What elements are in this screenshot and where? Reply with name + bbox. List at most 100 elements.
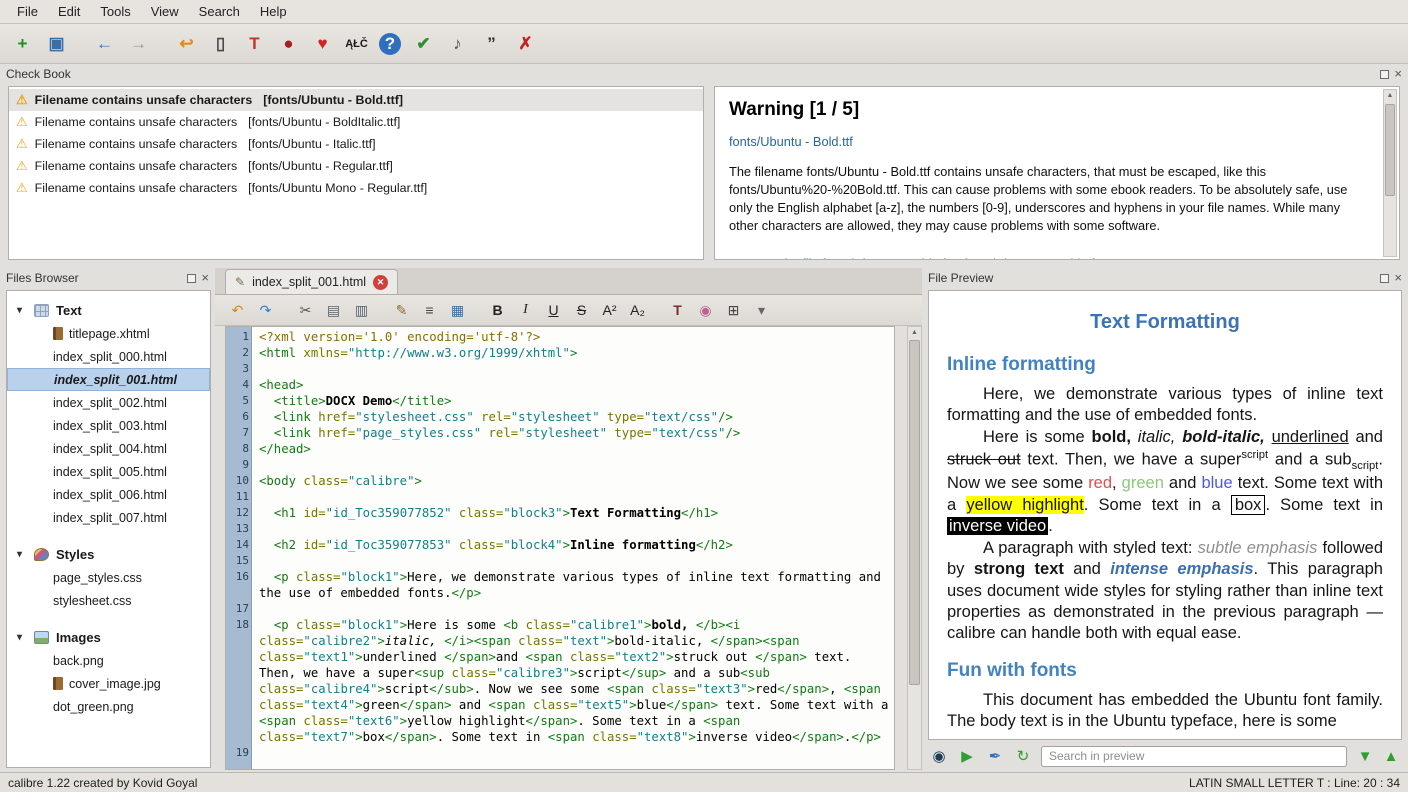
check-result-row[interactable]: ⚠Filename contains unsafe characters[fon… — [9, 133, 703, 155]
check-file-link[interactable]: fonts/Ubuntu - Bold.ttf — [729, 134, 853, 149]
tree-item-file[interactable]: index_split_006.html — [7, 483, 210, 506]
code-line[interactable]: 5 <title>DOCX Demo</title> — [226, 393, 894, 409]
tree-item-file[interactable]: index_split_005.html — [7, 460, 210, 483]
paste-icon[interactable]: ▥ — [349, 298, 374, 323]
spellcheck-icon[interactable]: ĄŁČ — [342, 29, 371, 58]
code-line[interactable]: 12 <h1 id="id_Toc359077852" class="block… — [226, 505, 894, 521]
refresh-preview-icon[interactable]: ↻ — [1012, 745, 1034, 767]
italic-icon[interactable]: I — [513, 298, 538, 323]
code-line[interactable]: 3 — [226, 361, 894, 377]
code-line[interactable]: 2<html xmlns="http://www.w3.org/1999/xht… — [226, 345, 894, 361]
tree-item-file[interactable]: index_split_001.html — [7, 368, 210, 391]
collapse-icon[interactable]: ▾ — [17, 632, 27, 643]
device-preview-icon[interactable]: ▯ — [206, 29, 235, 58]
menu-item-tools[interactable]: Tools — [91, 1, 139, 22]
float-dock-icon[interactable] — [187, 274, 196, 283]
close-dock-icon[interactable]: × — [1394, 273, 1402, 283]
code-line[interactable]: 19 — [226, 745, 894, 761]
tree-item-file[interactable]: stylesheet.css — [7, 589, 210, 612]
underline-icon[interactable]: U — [541, 298, 566, 323]
tab-close-icon[interactable]: ✕ — [373, 275, 388, 290]
code-line[interactable]: 8</head> — [226, 441, 894, 457]
tree-category-images[interactable]: ▾Images — [7, 626, 210, 649]
superscript-icon[interactable]: A² — [597, 298, 622, 323]
code-line[interactable]: 1<?xml version='1.0' encoding='utf-8'?> — [226, 329, 894, 345]
code-line[interactable]: 10<body class="calibre"> — [226, 473, 894, 489]
find-prev-icon[interactable]: ▲ — [1380, 745, 1402, 767]
check-book-icon[interactable]: ✔ — [409, 29, 438, 58]
find-next-icon[interactable]: ▼ — [1354, 745, 1376, 767]
back-icon[interactable]: ← — [90, 29, 119, 58]
run-preview-icon[interactable]: ▶ — [956, 745, 978, 767]
edit-toc-icon[interactable]: T — [240, 29, 269, 58]
code-line[interactable]: 14 <h2 id="id_Toc359077853" class="block… — [226, 537, 894, 553]
new-file-icon[interactable]: + — [8, 29, 37, 58]
tree-item-file[interactable]: index_split_000.html — [7, 345, 210, 368]
revert-icon[interactable]: ↩ — [172, 29, 201, 58]
check-result-row[interactable]: ⚠Filename contains unsafe characters[fon… — [9, 155, 703, 177]
code-line[interactable]: 9 — [226, 457, 894, 473]
close-dock-icon[interactable]: × — [201, 273, 209, 283]
code-line[interactable]: 16 <p class="block1">Here, we demonstrat… — [226, 569, 894, 601]
cut-icon[interactable]: ✂ — [293, 298, 318, 323]
code-line[interactable]: 15 — [226, 553, 894, 569]
menu-item-file[interactable]: File — [8, 1, 47, 22]
help-icon[interactable]: ? — [379, 33, 401, 55]
smarten-quotes-icon[interactable]: ✎ — [389, 298, 414, 323]
tree-item-file[interactable]: index_split_002.html — [7, 391, 210, 414]
more-icon[interactable]: ▾ — [749, 298, 774, 323]
smarten-punctuation-icon[interactable]: ” — [477, 29, 506, 58]
close-dock-icon[interactable]: × — [1394, 69, 1402, 79]
code-line[interactable]: 13 — [226, 521, 894, 537]
subscript-icon[interactable]: A₂ — [625, 298, 650, 323]
strike-icon[interactable]: S — [569, 298, 594, 323]
tree-item-file[interactable]: dot_green.png — [7, 695, 210, 718]
menu-item-help[interactable]: Help — [251, 1, 296, 22]
tree-item-file[interactable]: index_split_004.html — [7, 437, 210, 460]
check-result-row[interactable]: ⚠Filename contains unsafe characters[fon… — [9, 89, 703, 111]
tts-icon[interactable]: ♪ — [443, 29, 472, 58]
tree-item-file[interactable]: page_styles.css — [7, 566, 210, 589]
live-preview-icon[interactable]: ◉ — [928, 745, 950, 767]
menu-item-search[interactable]: Search — [190, 1, 249, 22]
inspect-icon[interactable]: ✒ — [984, 745, 1006, 767]
tab-index-split-001[interactable]: ✎ index_split_001.html ✕ — [225, 269, 398, 294]
check-detail-scrollbar[interactable]: ▲ — [1383, 89, 1397, 257]
color-icon[interactable]: ◉ — [693, 298, 718, 323]
code-line[interactable]: 7 <link href="page_styles.css" rel="styl… — [226, 425, 894, 441]
tree-item-file[interactable]: index_split_007.html — [7, 506, 210, 529]
collapse-icon[interactable]: ▾ — [17, 549, 27, 560]
report-bug-icon[interactable]: ● — [274, 29, 303, 58]
float-dock-icon[interactable] — [1380, 70, 1389, 79]
editor-scrollbar[interactable]: ▲ — [907, 326, 922, 770]
list-icon[interactable]: ≡ — [417, 298, 442, 323]
collapse-icon[interactable]: ▾ — [17, 305, 27, 316]
tree-item-file[interactable]: back.png — [7, 649, 210, 672]
code-editor[interactable]: 1<?xml version='1.0' encoding='utf-8'?>2… — [225, 326, 895, 770]
table-icon[interactable]: ⊞ — [721, 298, 746, 323]
menu-item-edit[interactable]: Edit — [49, 1, 89, 22]
copy-icon[interactable]: ▤ — [321, 298, 346, 323]
redo-icon[interactable]: ↷ — [253, 298, 278, 323]
code-line[interactable]: 6 <link href="stylesheet.css" rel="style… — [226, 409, 894, 425]
tree-item-file[interactable]: cover_image.jpg — [7, 672, 210, 695]
tree-item-file[interactable]: titlepage.xhtml — [7, 322, 210, 345]
fonts-icon[interactable]: T — [665, 298, 690, 323]
check-result-row[interactable]: ⚠Filename contains unsafe characters[fon… — [9, 177, 703, 199]
code-line[interactable]: 4<head> — [226, 377, 894, 393]
save-icon[interactable]: ▣ — [42, 29, 71, 58]
preview-search-input[interactable] — [1041, 746, 1347, 767]
donate-icon[interactable]: ♥ — [308, 29, 337, 58]
undo-icon[interactable]: ↶ — [225, 298, 250, 323]
menu-item-view[interactable]: View — [142, 1, 188, 22]
bold-icon[interactable]: B — [485, 298, 510, 323]
code-line[interactable]: 18 <p class="block1">Here is some <b cla… — [226, 617, 894, 745]
tree-item-file[interactable]: index_split_003.html — [7, 414, 210, 437]
float-dock-icon[interactable] — [1380, 274, 1389, 283]
check-fix-link[interactable]: Rename the file fonts/Ubuntu - Bold.ttf … — [729, 256, 1095, 260]
check-result-row[interactable]: ⚠Filename contains unsafe characters[fon… — [9, 111, 703, 133]
code-line[interactable]: 17 — [226, 601, 894, 617]
insert-image-icon[interactable]: ▦ — [445, 298, 470, 323]
forward-icon[interactable]: → — [124, 29, 153, 58]
code-line[interactable]: 11 — [226, 489, 894, 505]
